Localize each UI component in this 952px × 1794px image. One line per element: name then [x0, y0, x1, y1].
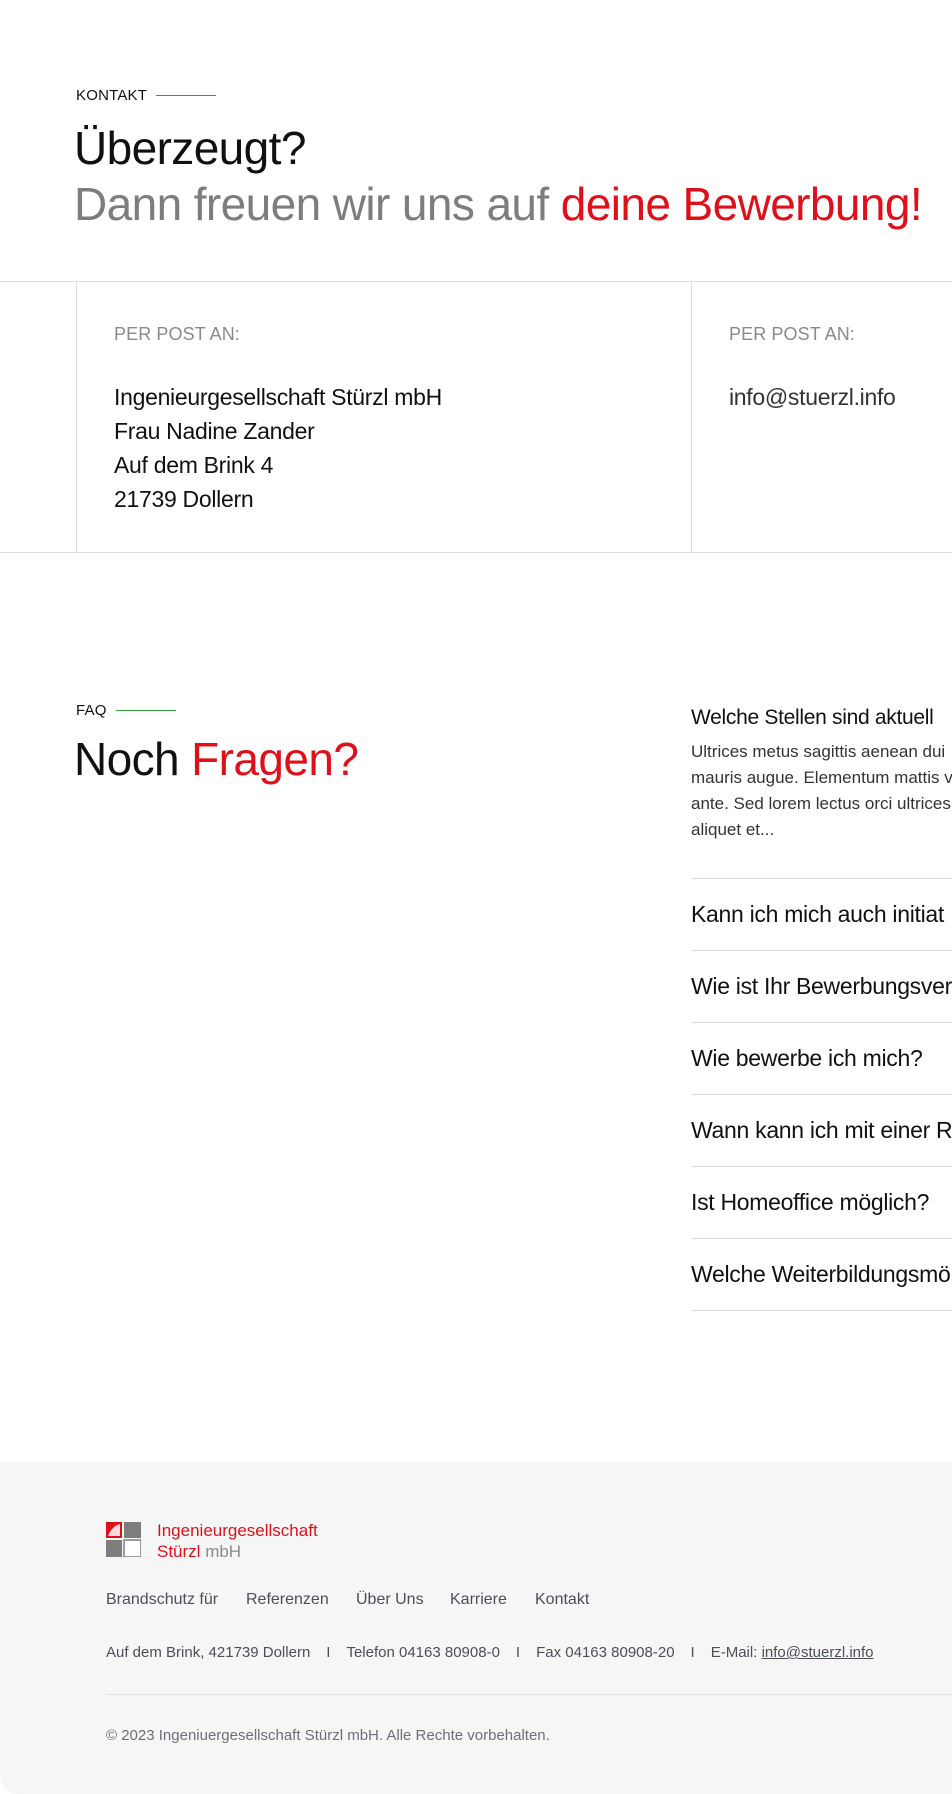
logo-line2-grey: mbH — [200, 1542, 242, 1561]
address-company: Ingenieurgesellschaft Stürzl mbH — [114, 384, 442, 410]
footer-nav-brandschutz[interactable]: Brandschutz für — [106, 1591, 218, 1609]
faq-question: Kann ich mich auch initiat — [691, 901, 945, 927]
faq-answer-line: ante. Sed lorem lectus orci ultrices — [691, 794, 951, 813]
faq-answer-line: aliquet et... — [691, 820, 775, 839]
faq-item[interactable]: Wann kann ich mit einer R — [691, 1095, 952, 1167]
eyebrow-accent-line — [115, 709, 176, 712]
faq-item[interactable]: Kann ich mich auch initiat — [691, 879, 952, 951]
faq-question: Ist Homeoffice möglich? — [691, 1189, 930, 1215]
footer-nav-karriere[interactable]: Karriere — [450, 1591, 507, 1609]
contact-email-link[interactable]: info@stuerzl.info — [729, 380, 896, 414]
faq-item[interactable]: Wie ist Ihr Bewerbungsver — [691, 951, 952, 1023]
footer-nav-kontakt[interactable]: Kontakt — [535, 1591, 589, 1609]
faq-question: Welche Weiterbildungsmö — [691, 1261, 951, 1287]
footer-fax: Fax 04163 80908-20 — [536, 1644, 675, 1661]
kontakt-heading-line1: Überzeugt? — [74, 122, 306, 174]
faq-item[interactable]: Welche Weiterbildungsmö — [691, 1239, 952, 1311]
contact-card1-left-border — [76, 281, 77, 553]
kontakt-heading-grey: Dann freuen wir uns auf — [74, 178, 561, 230]
faq-answer-line: Ultrices metus sagittis aenean dui — [691, 742, 946, 761]
footer-separator: I — [326, 1644, 331, 1661]
faq-question: Welche Stellen sind aktuell — [691, 706, 934, 729]
footer-nav-ueber-uns[interactable]: Über Uns — [356, 1591, 424, 1609]
faq-question: Wie bewerbe ich mich? — [691, 1045, 923, 1071]
faq-item[interactable]: Wie bewerbe ich mich? — [691, 1023, 952, 1095]
footer-email-label: E-Mail: — [710, 1644, 762, 1661]
logo-wordmark: Ingenieurgesellschaft Stürzl mbH — [157, 1520, 318, 1562]
faq-question: Wann kann ich mit einer R — [691, 1117, 952, 1143]
contact-cards-bottom-divider — [0, 552, 952, 553]
contact-card2-left-border — [691, 281, 692, 553]
faq-item-open[interactable]: Welche Stellen sind aktuell Ultrices met… — [691, 706, 952, 879]
footer-divider — [106, 1694, 952, 1695]
address-city: 21739 Dollern — [114, 486, 254, 512]
faq-heading-black: Noch — [74, 733, 192, 785]
kontakt-heading-red: deine Bewerbung! — [560, 178, 923, 230]
faq-answer-line: mauris augue. Elementum mattis v — [691, 768, 952, 787]
address-contact-person: Frau Nadine Zander — [114, 418, 315, 444]
eyebrow-accent-line — [156, 94, 217, 97]
logo-line1: Ingenieurgesellschaft — [157, 1521, 318, 1540]
footer-separator: I — [515, 1644, 521, 1661]
footer-phone[interactable]: Telefon 04163 80908-0 — [346, 1644, 499, 1661]
faq-eyebrow-label: FAQ — [76, 702, 107, 719]
footer-separator: I — [690, 1644, 695, 1661]
kontakt-eyebrow: KONTAKT — [76, 87, 217, 104]
faq-item[interactable]: Ist Homeoffice möglich? — [691, 1167, 952, 1239]
card-label: PER POST AN: — [729, 324, 855, 344]
faq-answer: Ultrices metus sagittis aenean dui mauri… — [691, 739, 952, 843]
logo-mark-icon — [106, 1522, 141, 1557]
faq-heading: Noch Fragen? — [74, 731, 359, 787]
logo-line2-red: Stürzl — [157, 1542, 201, 1561]
kontakt-heading-line2: Dann freuen wir uns auf deine Bewerbung! — [74, 176, 923, 232]
footer-contact-line: Auf dem Brink, 421739 Dollern I Telefon 04… — [106, 1644, 874, 1661]
footer-email-link[interactable]: info@stuerzl.info — [762, 1644, 874, 1661]
card-label: PER POST AN: — [114, 324, 240, 344]
kontakt-eyebrow-label: KONTAKT — [76, 87, 148, 104]
address-street: Auf dem Brink 4 — [114, 452, 274, 478]
footer-copyright: © 2023 Ingeniuergesellschaft Stürzl mbH.… — [106, 1727, 550, 1744]
faq-question: Wie ist Ihr Bewerbungsver — [691, 973, 952, 999]
contact-cards-top-divider — [0, 281, 952, 282]
footer-nav-referenzen[interactable]: Referenzen — [246, 1591, 329, 1609]
faq-eyebrow: FAQ — [76, 702, 176, 719]
footer-address: Auf dem Brink, 421739 Dollern — [106, 1644, 311, 1661]
site-footer — [0, 1462, 952, 1794]
faq-heading-red: Fragen? — [191, 733, 359, 785]
